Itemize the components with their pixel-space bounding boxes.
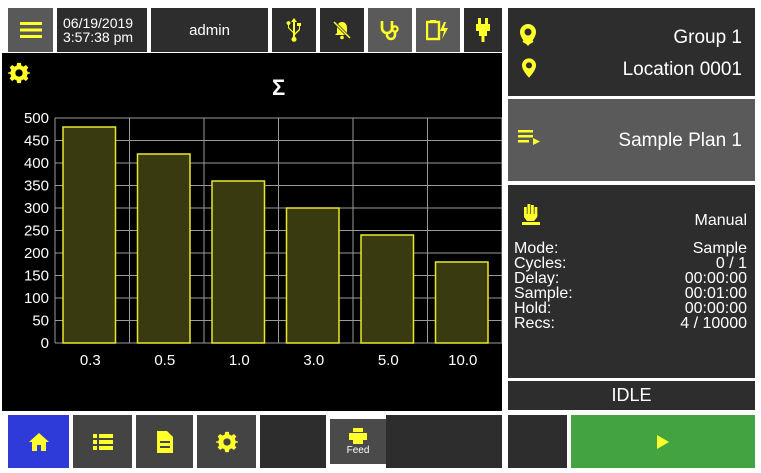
y-tick-label: 200 (24, 245, 49, 262)
bar (62, 126, 117, 344)
group-name: Group 1 (673, 27, 742, 48)
status-value: 00:00:00 (684, 270, 747, 287)
y-tick-label: 100 (24, 290, 49, 307)
probe-icon (476, 18, 490, 42)
y-tick-label: 50 (32, 313, 49, 330)
y-tick-label: 450 (24, 133, 49, 150)
status-value: 4 / 10000 (680, 315, 747, 332)
gear-icon (215, 431, 238, 452)
menu-button[interactable] (8, 8, 53, 52)
location-pin-icon (522, 58, 536, 78)
x-tick-label: 10.0 (448, 352, 477, 369)
diagnostics-button[interactable] (368, 8, 412, 52)
status-value: 00:01:00 (684, 285, 747, 302)
feed-label: Feed (346, 444, 370, 456)
y-tick-label: 0 (41, 335, 49, 352)
empty-slot (508, 415, 567, 468)
bar (434, 261, 489, 344)
probe-status[interactable] (464, 8, 502, 52)
hand-icon (522, 204, 540, 225)
status-label: Recs: (514, 315, 555, 332)
bar (285, 207, 340, 344)
play-icon (657, 434, 669, 449)
battery-status[interactable] (416, 8, 460, 52)
y-tick-label: 350 (24, 178, 49, 195)
empty-slot (386, 415, 502, 468)
status-rows: Mode: Sample Cycles: 0 / 1 Delay: 00:00:00 Sam… (514, 240, 747, 332)
sample-plan-panel[interactable]: Sample Plan 1 (508, 99, 755, 181)
battery-charging-icon (426, 20, 448, 41)
menu-icon (19, 22, 42, 38)
location-pin-outline-icon (520, 24, 536, 46)
status-value: 00:00:00 (684, 300, 747, 317)
y-tick-label: 400 (24, 155, 49, 172)
usb-status[interactable] (272, 8, 316, 52)
user-button[interactable]: admin (151, 8, 268, 52)
settings-button[interactable] (197, 415, 256, 468)
datetime-display: 06/19/2019 3:57:38 pm (57, 8, 147, 52)
bell-off-icon (332, 20, 352, 40)
status-label: Sample: (514, 285, 573, 302)
status-row: Hold: 00:00:00 (514, 300, 747, 317)
state-panel: IDLE (508, 381, 755, 410)
document-icon (156, 430, 173, 453)
status-value: Sample (692, 240, 747, 257)
x-tick-label: 1.0 (229, 352, 250, 369)
status-row: Cycles: 0 / 1 (514, 255, 747, 272)
time-text: 3:57:38 pm (63, 29, 134, 45)
playlist-icon (518, 130, 540, 145)
report-button[interactable] (136, 415, 193, 468)
bar (211, 180, 266, 344)
user-name: admin (189, 21, 230, 39)
bar-chart: 5004504003503002502001501005000.3 0.5 1.0 3… (24, 110, 502, 369)
home-button[interactable] (8, 415, 69, 468)
status-label: Mode: (514, 240, 559, 257)
y-tick-label: 250 (24, 223, 49, 240)
location-name: Location 0001 (622, 59, 742, 80)
mode-type: Manual (694, 212, 747, 229)
feed-button[interactable]: Feed (330, 419, 386, 464)
y-tick-label: 500 (24, 110, 49, 127)
x-tick-label: 0.5 (154, 352, 175, 369)
bar (360, 234, 415, 344)
status-value: 0 / 1 (715, 255, 747, 272)
status-label: Hold: (514, 300, 552, 317)
bar (136, 153, 191, 344)
plan-name: Sample Plan 1 (618, 130, 742, 151)
status-label: Cycles: (514, 255, 567, 272)
x-tick-label: 5.0 (378, 352, 399, 369)
home-icon (28, 432, 49, 451)
state-text: IDLE (611, 385, 652, 405)
list-icon (92, 433, 113, 450)
y-tick-label: 150 (24, 268, 49, 285)
date-text: 06/19/2019 (63, 15, 134, 31)
stethoscope-icon (380, 21, 399, 41)
printer-icon (349, 427, 367, 444)
status-row: Delay: 00:00:00 (514, 270, 747, 287)
status-label: Delay: (514, 270, 560, 287)
x-tick-label: 3.0 (303, 352, 324, 369)
list-button[interactable] (73, 415, 132, 468)
empty-slot (260, 415, 326, 468)
x-tick-label: 0.3 (80, 352, 101, 369)
status-row: Recs: 4 / 10000 (514, 315, 747, 332)
usb-icon (286, 18, 301, 42)
status-row: Mode: Sample (514, 240, 747, 257)
y-tick-label: 300 (24, 200, 49, 217)
status-panel: Manual Mode: Sample Cycles: 0 / 1 Delay: 00:0… (508, 185, 755, 378)
location-panel[interactable]: Group 1 Location 0001 (508, 8, 755, 96)
start-button[interactable] (571, 415, 755, 468)
status-row: Sample: 00:01:00 (514, 285, 747, 302)
alarm-status[interactable] (320, 8, 364, 52)
